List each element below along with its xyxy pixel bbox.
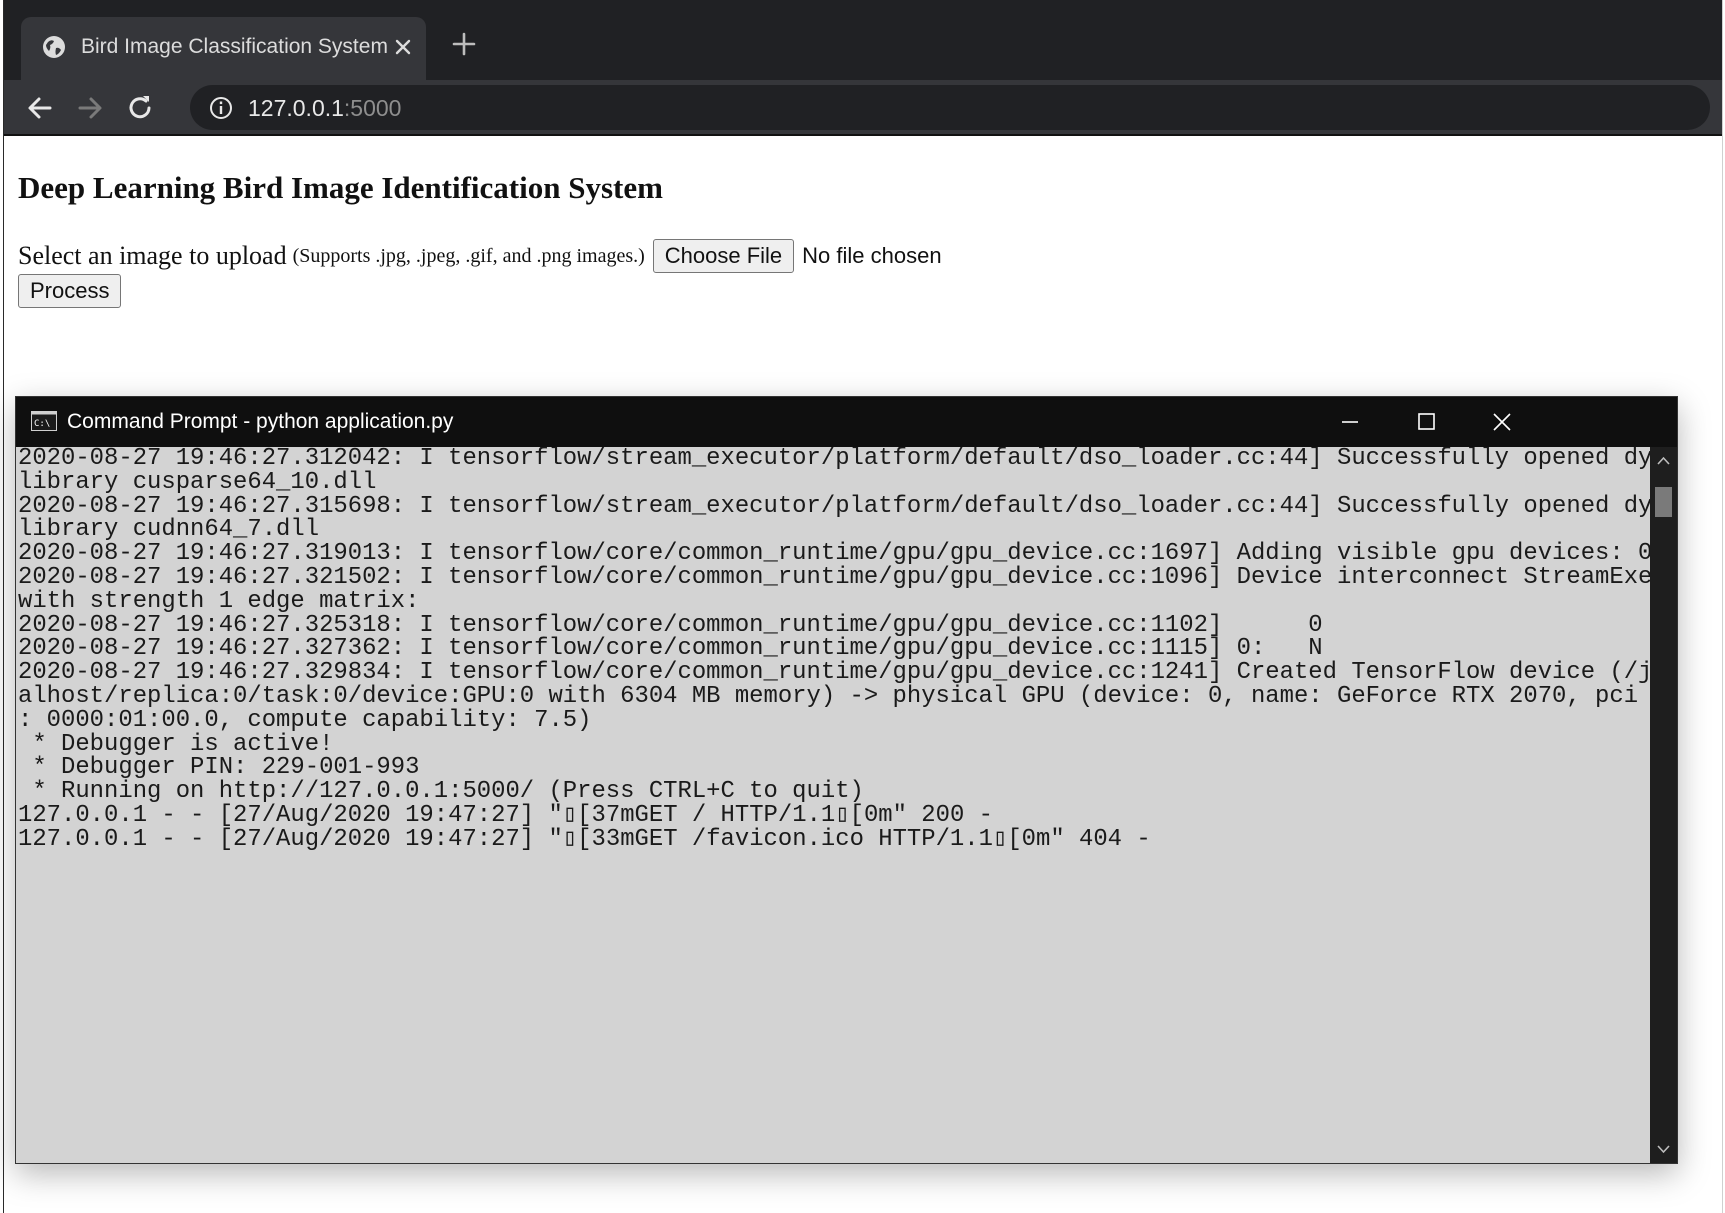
back-arrow-icon[interactable]	[22, 90, 58, 126]
svg-text:C:\: C:\	[34, 419, 50, 429]
choose-file-button[interactable]: Choose File	[652, 239, 795, 273]
command-prompt-window: C:\ Command Prompt - python application.…	[15, 396, 1678, 1164]
address-bar[interactable]: 127.0.0.1:5000	[190, 85, 1710, 130]
forward-arrow-icon[interactable]	[72, 90, 108, 126]
tab-title: Bird Image Classification System	[81, 35, 388, 58]
browser-tab[interactable]: Bird Image Classification System	[21, 17, 426, 80]
close-icon[interactable]	[1464, 397, 1540, 447]
console-output[interactable]: 2020-08-27 19:46:27.312042: I tensorflow…	[16, 447, 1650, 1163]
cmd-titlebar[interactable]: C:\ Command Prompt - python application.…	[16, 397, 1677, 447]
console-line: 127.0.0.1 - - [27/Aug/2020 19:47:27] "▯[…	[18, 825, 1151, 853]
reload-icon[interactable]	[122, 90, 158, 126]
console-text: 2020-08-27 19:46:27.312042: I tensorflow…	[16, 447, 1650, 852]
globe-icon	[43, 36, 65, 58]
cmd-title: Command Prompt - python application.py	[67, 410, 454, 433]
file-status-text: No file chosen	[802, 243, 942, 268]
browser-toolbar: 127.0.0.1:5000	[4, 80, 1722, 136]
tab-strip: Bird Image Classification System	[4, 0, 1722, 80]
chevron-down-icon[interactable]	[1650, 1139, 1677, 1159]
close-icon[interactable]	[389, 33, 417, 61]
page-title: Deep Learning Bird Image Identification …	[18, 170, 663, 205]
plus-icon[interactable]	[448, 28, 480, 60]
minimize-icon[interactable]	[1312, 397, 1388, 447]
chevron-up-icon[interactable]	[1650, 451, 1677, 471]
console-scrollbar[interactable]	[1650, 447, 1677, 1163]
upload-hint: (Supports .jpg, .jpeg, .gif, and .png im…	[292, 244, 645, 267]
url-text[interactable]: 127.0.0.1:5000	[248, 95, 401, 121]
scrollbar-thumb[interactable]	[1655, 487, 1672, 517]
upload-row: Select an image to upload (Supports .jpg…	[18, 238, 942, 274]
process-button[interactable]: Process	[18, 274, 122, 308]
maximize-icon[interactable]	[1388, 397, 1464, 447]
url-port: :5000	[343, 95, 402, 121]
info-icon[interactable]	[208, 95, 234, 121]
cmd-icon: C:\	[31, 411, 57, 431]
upload-label: Select an image to upload	[18, 241, 287, 270]
url-host: 127.0.0.1	[248, 95, 344, 121]
